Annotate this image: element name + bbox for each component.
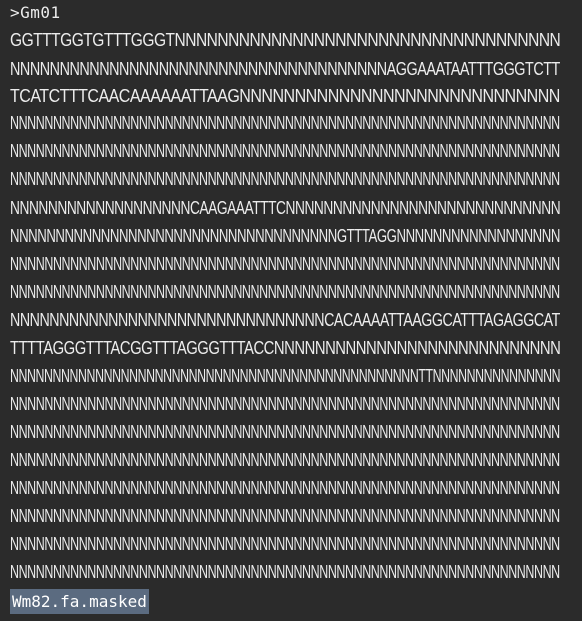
sequence-line: NNNNNNNNNNNNNNNNNNNNNNNNNNNNNNNNNNNNNNNN… (10, 365, 561, 386)
terminal-window[interactable]: >Gm01 GGTTTGGTGTTTGGGTNNNNNNNNNNNNNNNNNN… (0, 0, 582, 621)
sequence-line: NNNNNNNNNNNNNNNNNNNNNNNNNNNNNNNNNNNNNNAG… (10, 58, 560, 79)
sequence-line: NNNNNNNNNNNNNNNNNNNNNNNNNNNNNNNNNNNNGTTT… (10, 225, 560, 246)
sequence-line: NNNNNNNNNNNNNNNNNNNNNNNNNNNNNNNNNNNNNNNN… (10, 112, 560, 133)
sequence-line: NNNNNNNNNNNNNNNNNNNNNNNNNNNNNNNNNNNNNNNN… (10, 168, 560, 189)
sequence-line: GGTTTGGTGTTTGGGTNNNNNNNNNNNNNNNNNNNNNNNN… (10, 29, 561, 50)
sequence-line: TCATCTTTCAACAAAAAATTAAGNNNNNNNNNNNNNNNNN… (10, 85, 560, 106)
fasta-header: >Gm01 (10, 3, 61, 22)
sequence-line: NNNNNNNNNNNNNNNNNNNNNNNNNNNNNNNNNNNNNNNN… (10, 393, 560, 414)
filename-selection[interactable]: Wm82.fa.masked (10, 589, 149, 614)
sequence-line: NNNNNNNNNNNNNNNNNNNNNNNNNNNNNNNNNNNNNNNN… (10, 477, 560, 498)
sequence-line: NNNNNNNNNNNNNNNNNNNNNNNNNNNNNNNNCACAAAAT… (10, 309, 560, 330)
sequence-line: NNNNNNNNNNNNNNNNNNNNNNNNNNNNNNNNNNNNNNNN… (10, 561, 560, 582)
sequence-line: NNNNNNNNNNNNNNNNNNNNNNNNNNNNNNNNNNNNNNNN… (10, 449, 560, 470)
sequence-line: NNNNNNNNNNNNNNNNNNNNNNNNNNNNNNNNNNNNNNNN… (10, 253, 560, 274)
sequence-line: NNNNNNNNNNNNNNNNNNNNNNNNNNNNNNNNNNNNNNNN… (10, 421, 560, 442)
sequence-line: NNNNNNNNNNNNNNNNNNNNNNNNNNNNNNNNNNNNNNNN… (10, 140, 560, 161)
sequence-line: NNNNNNNNNNNNNNNNNNNNNNNNNNNNNNNNNNNNNNNN… (10, 281, 560, 302)
sequence-line: NNNNNNNNNNNNNNNNNNNCAAGAAATTTCNNNNNNNNNN… (10, 197, 561, 218)
sequence-line: NNNNNNNNNNNNNNNNNNNNNNNNNNNNNNNNNNNNNNNN… (10, 533, 560, 554)
sequence-line: TTTTAGGGTTTACGGTTTAGGGTTTACCNNNNNNNNNNNN… (10, 337, 561, 358)
sequence-line: NNNNNNNNNNNNNNNNNNNNNNNNNNNNNNNNNNNNNNNN… (10, 505, 560, 526)
